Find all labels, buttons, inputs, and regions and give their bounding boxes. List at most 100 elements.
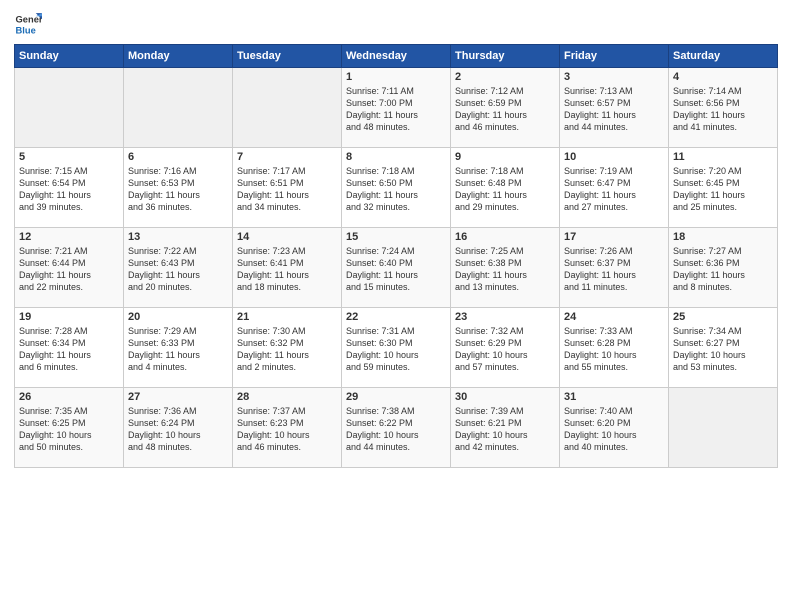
day-number: 5 xyxy=(19,151,119,163)
day-number: 19 xyxy=(19,311,119,323)
calendar-cell: 26Sunrise: 7:35 AM Sunset: 6:25 PM Dayli… xyxy=(15,388,124,468)
day-number: 28 xyxy=(237,391,337,403)
day-number: 7 xyxy=(237,151,337,163)
calendar-cell: 31Sunrise: 7:40 AM Sunset: 6:20 PM Dayli… xyxy=(560,388,669,468)
calendar-cell: 28 Sunrise: 7:37 AM Sunset: 6:23 PM Dayli… xyxy=(233,388,342,468)
col-header-tuesday: Tuesday xyxy=(233,45,342,68)
week-row-2: 5 Sunrise: 7:15 AM Sunset: 6:54 PM Daylig… xyxy=(15,148,778,228)
day-info: Sunrise: 7:38 AM Sunset: 6:22 PM Dayligh… xyxy=(346,405,446,454)
calendar-cell: 10 Sunrise: 7:19 AM Sunset: 6:47 PM Dayli… xyxy=(560,148,669,228)
day-info: Sunrise: 7:25 AM Sunset: 6:38 PM Dayligh… xyxy=(455,245,555,294)
logo-icon: General Blue xyxy=(14,10,42,38)
day-info: Sunrise: 7:36 AM Sunset: 6:24 PM Dayligh… xyxy=(128,405,228,454)
col-header-monday: Monday xyxy=(124,45,233,68)
week-row-5: 26Sunrise: 7:35 AM Sunset: 6:25 PM Dayli… xyxy=(15,388,778,468)
day-info: Sunrise: 7:24 AM Sunset: 6:40 PM Dayligh… xyxy=(346,245,446,294)
calendar-cell xyxy=(124,68,233,148)
day-info: Sunrise: 7:12 AM Sunset: 6:59 PM Dayligh… xyxy=(455,85,555,134)
calendar-cell: 1 Sunrise: 7:11 AM Sunset: 7:00 PM Daylig… xyxy=(342,68,451,148)
col-header-wednesday: Wednesday xyxy=(342,45,451,68)
calendar-cell xyxy=(669,388,778,468)
calendar-cell: 20 Sunrise: 7:29 AM Sunset: 6:33 PM Dayli… xyxy=(124,308,233,388)
week-row-3: 12 Sunrise: 7:21 AM Sunset: 6:44 PM Dayli… xyxy=(15,228,778,308)
day-number: 3 xyxy=(564,71,664,83)
day-number: 6 xyxy=(128,151,228,163)
day-info: Sunrise: 7:32 AM Sunset: 6:29 PM Dayligh… xyxy=(455,325,555,374)
day-info: Sunrise: 7:18 AM Sunset: 6:50 PM Dayligh… xyxy=(346,165,446,214)
day-number: 2 xyxy=(455,71,555,83)
day-number: 12 xyxy=(19,231,119,243)
day-number: 31 xyxy=(564,391,664,403)
day-number: 8 xyxy=(346,151,446,163)
calendar-body: 1 Sunrise: 7:11 AM Sunset: 7:00 PM Daylig… xyxy=(15,68,778,468)
day-number: 20 xyxy=(128,311,228,323)
calendar-table: SundayMondayTuesdayWednesdayThursdayFrid… xyxy=(14,44,778,468)
calendar-cell: 15 Sunrise: 7:24 AM Sunset: 6:40 PM Dayli… xyxy=(342,228,451,308)
col-header-sunday: Sunday xyxy=(15,45,124,68)
day-info: Sunrise: 7:20 AM Sunset: 6:45 PM Dayligh… xyxy=(673,165,773,214)
day-number: 23 xyxy=(455,311,555,323)
calendar-cell: 29 Sunrise: 7:38 AM Sunset: 6:22 PM Dayli… xyxy=(342,388,451,468)
day-info: Sunrise: 7:17 AM Sunset: 6:51 PM Dayligh… xyxy=(237,165,337,214)
calendar-cell xyxy=(233,68,342,148)
calendar-cell: 7 Sunrise: 7:17 AM Sunset: 6:51 PM Daylig… xyxy=(233,148,342,228)
calendar-cell xyxy=(15,68,124,148)
day-info: Sunrise: 7:11 AM Sunset: 7:00 PM Dayligh… xyxy=(346,85,446,134)
day-number: 10 xyxy=(564,151,664,163)
day-info: Sunrise: 7:16 AM Sunset: 6:53 PM Dayligh… xyxy=(128,165,228,214)
day-number: 4 xyxy=(673,71,773,83)
day-info: Sunrise: 7:21 AM Sunset: 6:44 PM Dayligh… xyxy=(19,245,119,294)
calendar-cell: 12 Sunrise: 7:21 AM Sunset: 6:44 PM Dayli… xyxy=(15,228,124,308)
day-number: 11 xyxy=(673,151,773,163)
day-info: Sunrise: 7:19 AM Sunset: 6:47 PM Dayligh… xyxy=(564,165,664,214)
calendar-cell: 19 Sunrise: 7:28 AM Sunset: 6:34 PM Dayli… xyxy=(15,308,124,388)
svg-text:Blue: Blue xyxy=(16,25,36,35)
day-info: Sunrise: 7:30 AM Sunset: 6:32 PM Dayligh… xyxy=(237,325,337,374)
day-number: 15 xyxy=(346,231,446,243)
day-number: 26 xyxy=(19,391,119,403)
day-info: Sunrise: 7:26 AM Sunset: 6:37 PM Dayligh… xyxy=(564,245,664,294)
day-info: Sunrise: 7:23 AM Sunset: 6:41 PM Dayligh… xyxy=(237,245,337,294)
calendar-cell: 16 Sunrise: 7:25 AM Sunset: 6:38 PM Dayli… xyxy=(451,228,560,308)
day-number: 27 xyxy=(128,391,228,403)
calendar-cell: 9 Sunrise: 7:18 AM Sunset: 6:48 PM Daylig… xyxy=(451,148,560,228)
calendar-cell: 23 Sunrise: 7:32 AM Sunset: 6:29 PM Dayli… xyxy=(451,308,560,388)
calendar-cell: 17Sunrise: 7:26 AM Sunset: 6:37 PM Dayli… xyxy=(560,228,669,308)
col-header-thursday: Thursday xyxy=(451,45,560,68)
calendar-cell: 25 Sunrise: 7:34 AM Sunset: 6:27 PM Dayli… xyxy=(669,308,778,388)
day-info: Sunrise: 7:27 AM Sunset: 6:36 PM Dayligh… xyxy=(673,245,773,294)
day-info: Sunrise: 7:18 AM Sunset: 6:48 PM Dayligh… xyxy=(455,165,555,214)
day-info: Sunrise: 7:15 AM Sunset: 6:54 PM Dayligh… xyxy=(19,165,119,214)
day-number: 13 xyxy=(128,231,228,243)
day-info: Sunrise: 7:29 AM Sunset: 6:33 PM Dayligh… xyxy=(128,325,228,374)
calendar-cell: 18Sunrise: 7:27 AM Sunset: 6:36 PM Dayli… xyxy=(669,228,778,308)
day-number: 29 xyxy=(346,391,446,403)
day-info: Sunrise: 7:28 AM Sunset: 6:34 PM Dayligh… xyxy=(19,325,119,374)
col-header-friday: Friday xyxy=(560,45,669,68)
day-number: 1 xyxy=(346,71,446,83)
calendar-cell: 3 Sunrise: 7:13 AM Sunset: 6:57 PM Daylig… xyxy=(560,68,669,148)
calendar-cell: 21 Sunrise: 7:30 AM Sunset: 6:32 PM Dayli… xyxy=(233,308,342,388)
day-info: Sunrise: 7:34 AM Sunset: 6:27 PM Dayligh… xyxy=(673,325,773,374)
day-info: Sunrise: 7:37 AM Sunset: 6:23 PM Dayligh… xyxy=(237,405,337,454)
day-number: 16 xyxy=(455,231,555,243)
calendar-cell: 27 Sunrise: 7:36 AM Sunset: 6:24 PM Dayli… xyxy=(124,388,233,468)
calendar-cell: 2 Sunrise: 7:12 AM Sunset: 6:59 PM Daylig… xyxy=(451,68,560,148)
day-number: 21 xyxy=(237,311,337,323)
day-info: Sunrise: 7:39 AM Sunset: 6:21 PM Dayligh… xyxy=(455,405,555,454)
day-number: 24 xyxy=(564,311,664,323)
calendar-cell: 8 Sunrise: 7:18 AM Sunset: 6:50 PM Daylig… xyxy=(342,148,451,228)
calendar-cell: 14Sunrise: 7:23 AM Sunset: 6:41 PM Dayli… xyxy=(233,228,342,308)
day-info: Sunrise: 7:13 AM Sunset: 6:57 PM Dayligh… xyxy=(564,85,664,134)
calendar-cell: 5 Sunrise: 7:15 AM Sunset: 6:54 PM Daylig… xyxy=(15,148,124,228)
calendar-header-row: SundayMondayTuesdayWednesdayThursdayFrid… xyxy=(15,45,778,68)
day-info: Sunrise: 7:22 AM Sunset: 6:43 PM Dayligh… xyxy=(128,245,228,294)
calendar-cell: 13 Sunrise: 7:22 AM Sunset: 6:43 PM Dayli… xyxy=(124,228,233,308)
day-number: 9 xyxy=(455,151,555,163)
day-number: 25 xyxy=(673,311,773,323)
day-info: Sunrise: 7:14 AM Sunset: 6:56 PM Dayligh… xyxy=(673,85,773,134)
day-number: 30 xyxy=(455,391,555,403)
calendar-cell: 24Sunrise: 7:33 AM Sunset: 6:28 PM Dayli… xyxy=(560,308,669,388)
day-info: Sunrise: 7:31 AM Sunset: 6:30 PM Dayligh… xyxy=(346,325,446,374)
page-header: General Blue xyxy=(14,10,778,38)
